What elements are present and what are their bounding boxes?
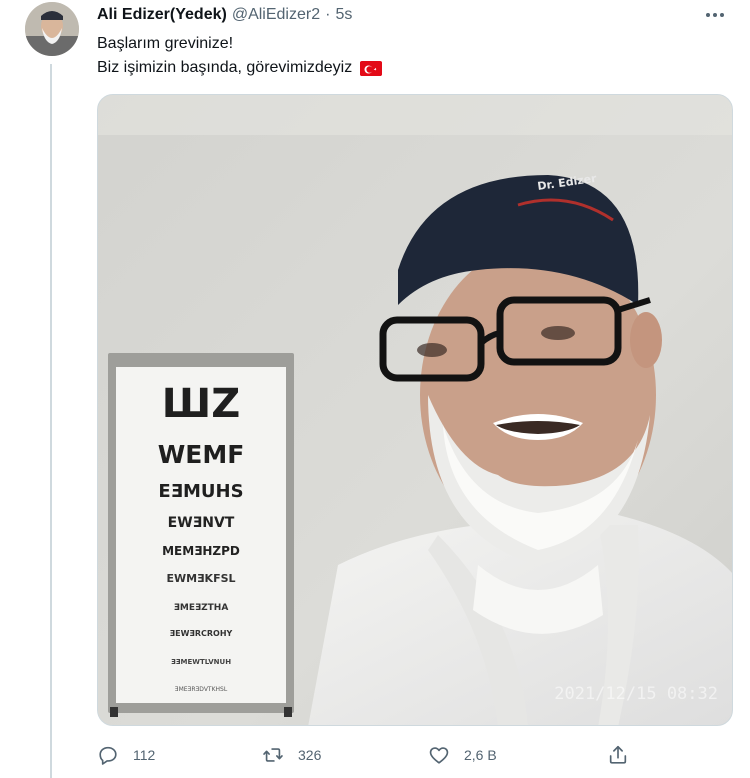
timestamp[interactable]: 5s xyxy=(335,6,352,24)
avatar[interactable] xyxy=(25,2,79,56)
turkey-flag-icon xyxy=(360,60,383,76)
tweet-text: Başlarım grevinize! Biz işimizin başında… xyxy=(97,32,383,80)
eye-chart-row: WEMF xyxy=(158,440,245,469)
eye-chart-row: EWƎNVT xyxy=(168,515,235,531)
reply-button[interactable]: 112 xyxy=(97,738,155,772)
photo-doctor-eye-chart: ШZ WEMF EƎMUHS EWƎNVT MEMƎHZPD EWMƎKFSL … xyxy=(98,95,732,725)
thread-line xyxy=(50,64,52,778)
tweet-actions: 112 326 2,6 B xyxy=(97,738,637,772)
eye-chart-row: ƎMEƎRƎDVTKHSL xyxy=(175,686,228,693)
reply-icon xyxy=(99,746,117,765)
like-count: 2,6 B xyxy=(464,747,497,763)
retweet-button[interactable]: 326 xyxy=(262,738,321,772)
like-button[interactable]: 2,6 B xyxy=(428,738,497,772)
photo-timestamp: 2021/12/15 08:32 xyxy=(554,684,718,704)
more-icon xyxy=(706,13,724,17)
separator-dot: · xyxy=(325,6,331,23)
tweet-text-line2: Biz işimizin başında, görevimizdeyiz xyxy=(97,59,353,76)
tweet-photo[interactable]: ШZ WEMF EƎMUHS EWƎNVT MEMƎHZPD EWMƎKFSL … xyxy=(97,94,733,726)
share-button[interactable] xyxy=(607,738,629,772)
retweet-count: 326 xyxy=(298,747,322,763)
more-button[interactable] xyxy=(700,4,730,26)
eye-chart-row: ШZ xyxy=(162,381,240,427)
avatar-image xyxy=(25,2,79,56)
retweet-icon xyxy=(263,748,283,762)
like-icon xyxy=(429,747,449,764)
user-handle[interactable]: @AliEdizer2 xyxy=(232,6,320,24)
eye-chart-row: ƎƎMEWTLVNUH xyxy=(171,658,231,666)
tweet-text-line1: Başlarım grevinize! xyxy=(97,35,234,52)
share-icon xyxy=(609,745,627,764)
display-name[interactable]: Ali Edizer(Yedek) xyxy=(97,6,227,24)
eye-chart: ШZ WEMF EƎMUHS EWƎNVT MEMƎHZPD EWMƎKFSL … xyxy=(108,353,294,717)
tweet-header: Ali Edizer(Yedek) @AliEdizer2 · 5s xyxy=(97,4,730,26)
eye-chart-row: MEMƎHZPD xyxy=(162,544,240,558)
eye-chart-row: ƎEWƎRCROHY xyxy=(170,629,233,638)
eye-chart-row: ƎMEƎZTHA xyxy=(174,603,229,613)
reply-count: 112 xyxy=(133,747,156,763)
eye-chart-row: EWMƎKFSL xyxy=(166,572,235,585)
eye-chart-row: EƎMUHS xyxy=(158,481,243,502)
